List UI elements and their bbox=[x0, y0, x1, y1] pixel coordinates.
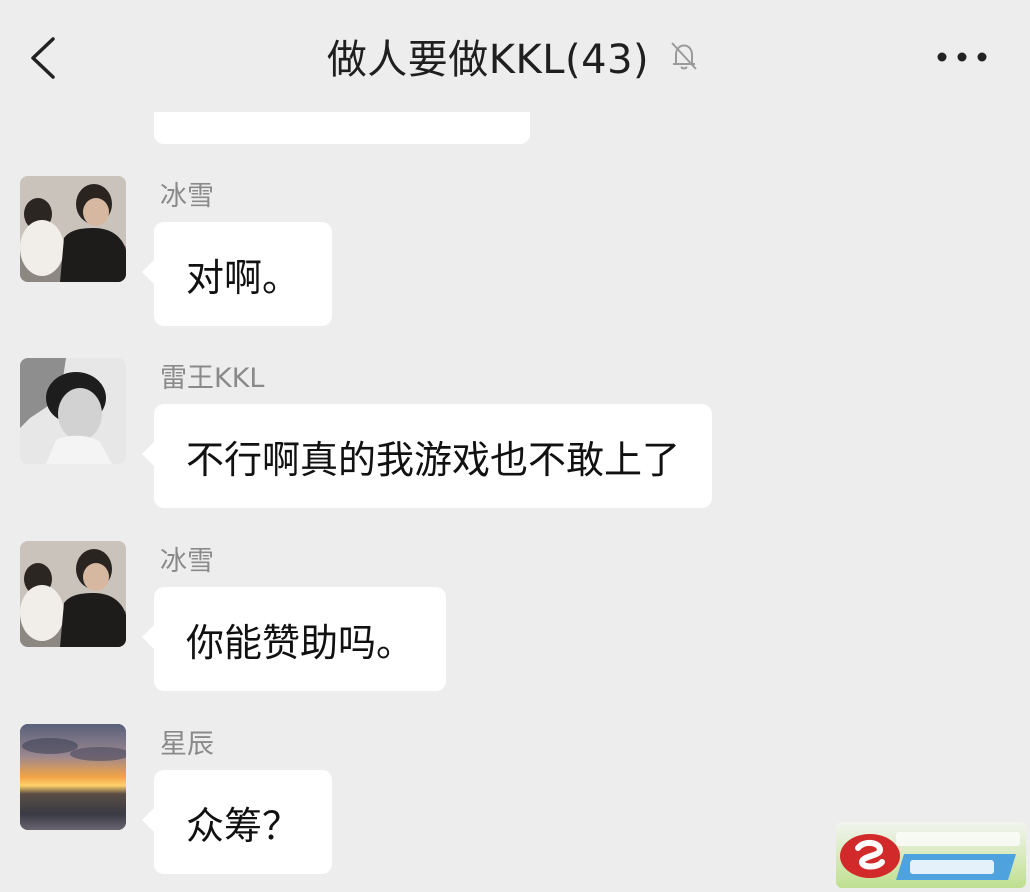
message-item: 雷王KKL 不行啊真的我游戏也不敢上了 bbox=[0, 358, 1030, 508]
avatar[interactable] bbox=[20, 724, 126, 830]
3dm-logo-icon bbox=[840, 832, 1020, 880]
message-item: 冰雪 你能赞助吗。 bbox=[0, 541, 1030, 691]
more-button[interactable] bbox=[934, 38, 990, 76]
avatar-leiwang-image bbox=[20, 358, 126, 464]
message-item: 冰雪 对啊。 bbox=[0, 176, 1030, 326]
avatar-xingchen-image bbox=[20, 724, 126, 830]
message-bubble[interactable]: 不行啊真的我游戏也不敢上了 bbox=[141, 404, 713, 508]
title-group: 做人要做KKL(43) bbox=[0, 28, 1030, 84]
avatar-bingxue-image bbox=[20, 176, 126, 282]
avatar[interactable] bbox=[20, 176, 126, 282]
sender-name: 冰雪 bbox=[160, 546, 214, 577]
avatar[interactable] bbox=[20, 541, 126, 647]
avatar-bingxue-image bbox=[20, 541, 126, 647]
watermark-logo bbox=[836, 822, 1026, 888]
message-bubble[interactable]: 众筹？ bbox=[141, 770, 333, 874]
sender-name: 星辰 bbox=[160, 729, 214, 760]
chat-screen: 做人要做KKL(43) 冰雪 对啊。 雷王KKL 不行啊真的我游戏也不敢上了 冰… bbox=[0, 0, 1030, 892]
sender-name: 冰雪 bbox=[160, 181, 214, 212]
partial-message-bubble[interactable] bbox=[154, 112, 530, 144]
message-bubble[interactable]: 对啊。 bbox=[141, 222, 333, 326]
avatar[interactable] bbox=[20, 358, 126, 464]
ellipsis-icon bbox=[937, 52, 987, 62]
chat-header: 做人要做KKL(43) bbox=[0, 0, 1030, 112]
bell-muted-icon bbox=[665, 37, 703, 75]
chat-title: 做人要做KKL(43) bbox=[326, 37, 650, 83]
message-bubble[interactable]: 你能赞助吗。 bbox=[141, 587, 447, 691]
sender-name: 雷王KKL bbox=[160, 363, 265, 394]
